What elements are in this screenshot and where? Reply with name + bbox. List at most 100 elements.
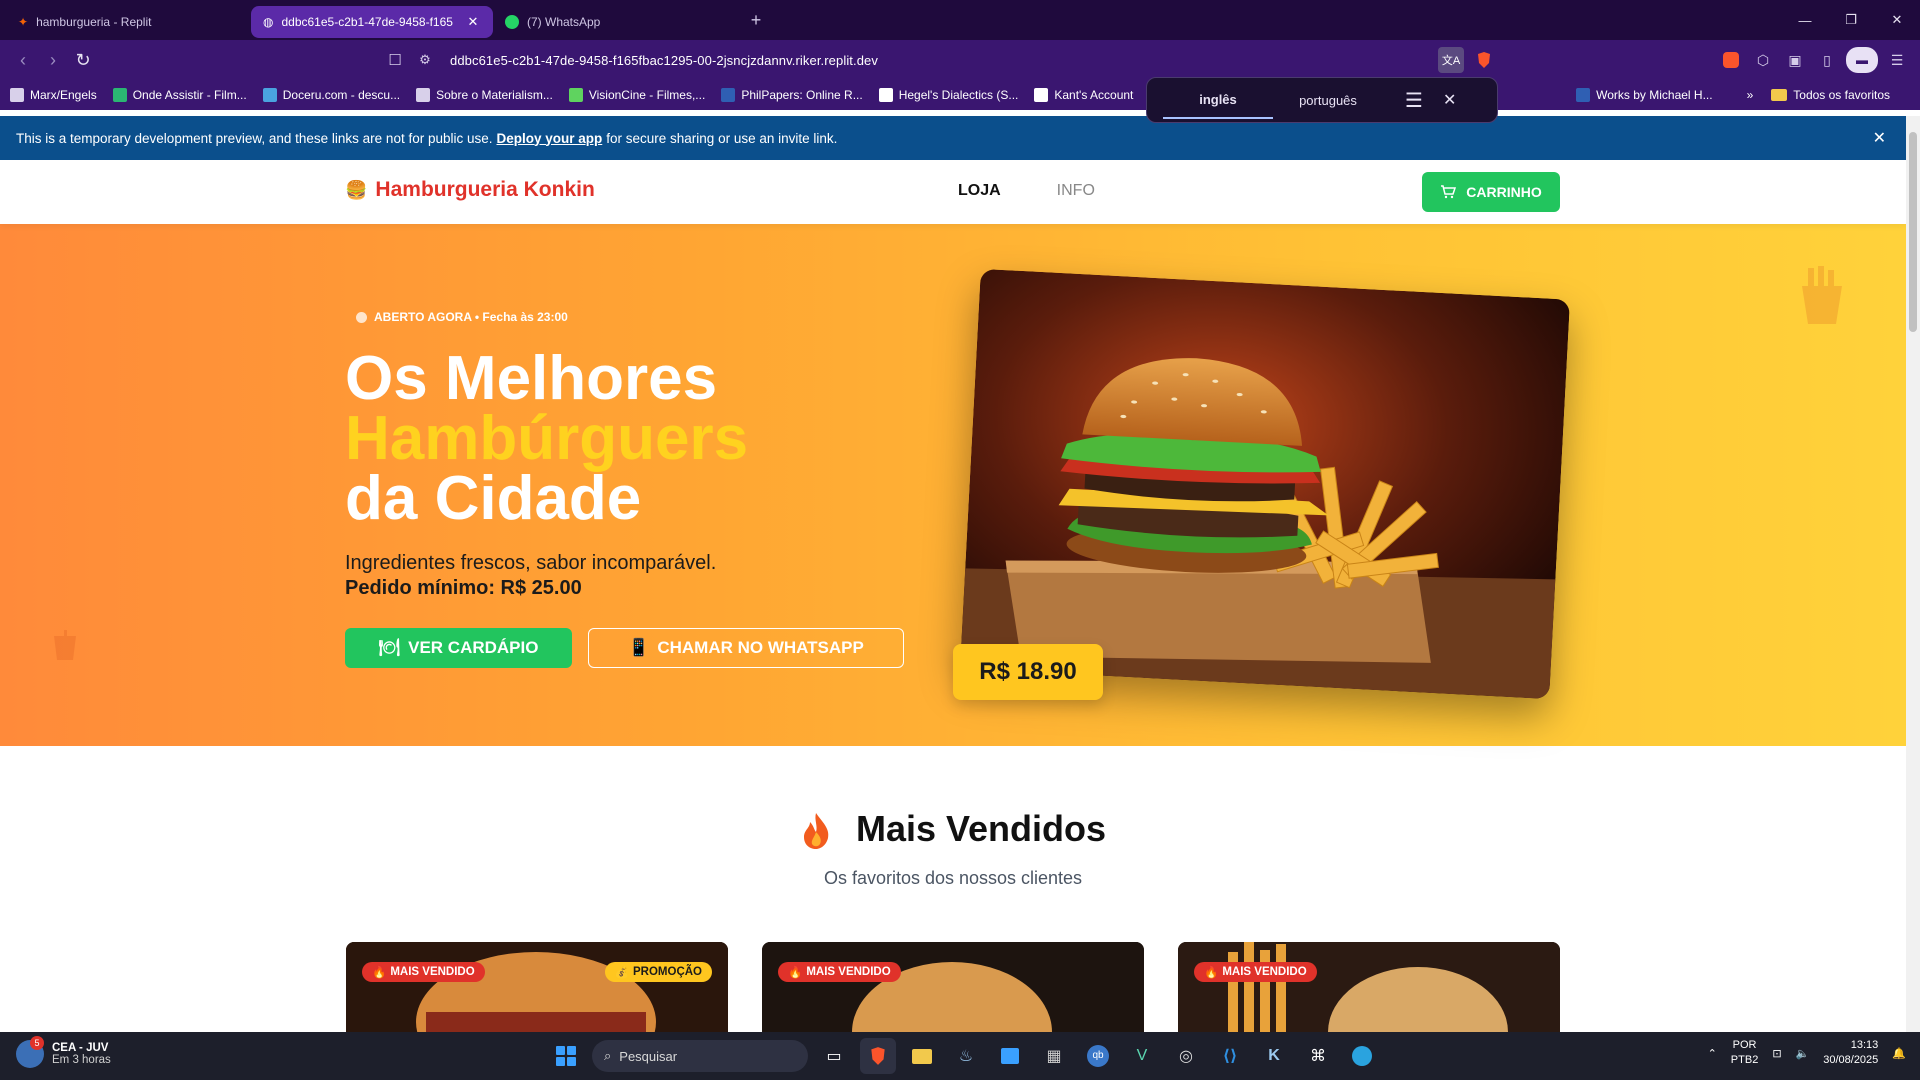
more-bookmarks-icon[interactable]: » (1747, 88, 1754, 102)
sidebar-icon[interactable]: ▯ (1814, 47, 1840, 73)
tab-whatsapp[interactable]: (7) WhatsApp (493, 6, 738, 38)
bookmark-item[interactable]: Onde Assistir - Film... (112, 88, 247, 102)
bookmark-item[interactable]: VisionCine - Filmes,... (568, 88, 705, 102)
screenshot-icon[interactable]: ▣ (1782, 47, 1808, 73)
brand-name: Hamburgueria Konkin (375, 178, 595, 201)
cart-button[interactable]: CARRINHO (1422, 172, 1560, 212)
volume-icon[interactable]: 🔈 (1796, 1047, 1810, 1060)
burger-photo (959, 268, 1571, 700)
nav-info[interactable]: INFO (1057, 182, 1095, 200)
brave-browser-icon[interactable] (860, 1038, 896, 1074)
input-language[interactable]: POR PTB2 (1731, 1038, 1759, 1068)
search-icon: ⌕ (604, 1048, 612, 1063)
page-scrollbar[interactable] (1906, 116, 1920, 1032)
reload-button[interactable]: ↻ (68, 45, 98, 75)
tray-expand-icon[interactable]: ⌃ (1708, 1047, 1717, 1060)
tab-preview-active[interactable]: ◍ ddbc61e5-c2b1-47de-9458-f165 ✕ (251, 6, 493, 38)
translate-tab-source[interactable]: inglês (1163, 82, 1273, 119)
replit-favicon-icon: ✦ (18, 15, 29, 29)
weather-icon: 5 (16, 1036, 44, 1068)
hero-title-line1: Os Melhores (345, 344, 718, 413)
bookmark-item[interactable]: PhilPapers: Online R... (721, 88, 863, 102)
obs-icon[interactable]: ◎ (1168, 1038, 1204, 1074)
phone-icon: 📱 (628, 638, 650, 657)
whatsapp-button[interactable]: 📱 CHAMAR NO WHATSAPP (588, 628, 904, 668)
krita-icon[interactable]: K (1256, 1038, 1292, 1074)
deploy-link[interactable]: Deploy your app (497, 131, 603, 146)
hero-subtitle: Ingredientes frescos, sabor incomparável… (345, 552, 717, 574)
bookmark-item[interactable]: Kant's Account (1034, 88, 1133, 102)
file-explorer-icon[interactable] (904, 1038, 940, 1074)
bookmark-favicon-icon (112, 88, 127, 102)
bookmark-item[interactable]: Marx/Engels (10, 88, 97, 102)
close-window-button[interactable]: ✕ (1874, 0, 1920, 40)
bookmark-icon[interactable]: ☐ (380, 51, 410, 69)
brave-rewards-icon[interactable] (1718, 47, 1744, 73)
restore-button[interactable]: ❐ (1828, 0, 1874, 40)
bookmark-item[interactable]: Doceru.com - descu... (262, 88, 400, 102)
address-bar[interactable]: ☐ ⚙ ddbc61e5-c2b1-47de-9458-f165fbac1295… (380, 45, 1498, 75)
translate-icon[interactable]: 文A (1438, 47, 1464, 73)
menu-icon[interactable]: ☰ (1884, 47, 1910, 73)
product-card[interactable]: 🔥 MAIS VENDIDO (762, 942, 1144, 1032)
new-tab-button[interactable]: + (738, 10, 774, 31)
bookmark-item[interactable]: Hegel's Dialectics (S... (878, 88, 1018, 102)
section-title-text: Mais Vendidos (855, 808, 1107, 849)
windows-start-icon[interactable] (548, 1038, 584, 1074)
url-text[interactable]: ddbc61e5-c2b1-47de-9458-f165fbac1295-00-… (440, 53, 1438, 68)
product-card[interactable]: 🔥 MAIS VENDIDO (1178, 942, 1560, 1032)
cart-icon (1441, 185, 1457, 199)
hero-section: ABERTO AGORA • Fecha às 23:00 Os Melhore… (0, 224, 1906, 746)
drink-cup-icon (54, 630, 76, 660)
nav-loja[interactable]: LOJA (958, 182, 1001, 200)
network-icon[interactable]: ⊡ (1772, 1047, 1781, 1060)
vpn-icon[interactable]: ▬ (1846, 47, 1878, 73)
fire-icon: 🔥 (1204, 967, 1219, 979)
fire-icon: 🔥 (372, 967, 387, 979)
weather-widget[interactable]: 5 CEA - JUV Em 3 horas (16, 1036, 111, 1068)
close-icon[interactable]: ✕ (1873, 128, 1886, 148)
view-menu-label: VER CARDÁPIO (408, 638, 539, 657)
extensions-icon[interactable]: ⬡ (1750, 47, 1776, 73)
capcut-icon[interactable]: ⌘ (1300, 1038, 1336, 1074)
brand-logo[interactable]: 🍔 Hamburgueria Konkin (345, 178, 595, 202)
section-title: Mais Vendidos (0, 808, 1906, 850)
bookmark-item[interactable]: Works by Michael H... (1576, 88, 1713, 102)
product-photo (346, 942, 728, 1032)
site-info-icon[interactable]: ⚙ (410, 52, 440, 68)
promo-badge: 💰 PROMOÇÃO (604, 962, 712, 982)
close-tab-icon[interactable]: ✕ (465, 14, 481, 30)
fire-icon: 🔥 (788, 967, 803, 979)
vscode-icon[interactable]: ⟨⟩ (1212, 1038, 1248, 1074)
telegram-icon[interactable] (1344, 1038, 1380, 1074)
translate-close-icon[interactable]: ✕ (1443, 90, 1456, 110)
calculator-icon[interactable]: ▦ (1036, 1038, 1072, 1074)
minimize-button[interactable]: — (1782, 0, 1828, 40)
price-tag: R$ 18.90 (953, 644, 1103, 700)
burger-icon: 🍔 (345, 179, 368, 200)
task-view-icon[interactable]: ▭ (816, 1038, 852, 1074)
tab-label: ddbc61e5-c2b1-47de-9458-f165 (281, 15, 453, 29)
visual-studio-icon[interactable]: V (1124, 1038, 1160, 1074)
back-button[interactable]: ‹ (8, 45, 38, 75)
scrollbar-thumb[interactable] (1909, 132, 1917, 332)
translate-tab-target[interactable]: português (1273, 83, 1383, 118)
product-card[interactable]: 🔥 MAIS VENDIDO 💰 PROMOÇÃO (346, 942, 728, 1032)
system-clock[interactable]: 13:13 30/08/2025 (1823, 1038, 1878, 1068)
brave-shield-icon[interactable] (1474, 50, 1494, 70)
taskbar-search[interactable]: ⌕ Pesquisar (592, 1040, 808, 1072)
status-badge: ABERTO AGORA • Fecha às 23:00 (356, 310, 568, 324)
steam-icon[interactable]: ♨ (948, 1038, 984, 1074)
qbittorrent-icon[interactable]: qb (1080, 1038, 1116, 1074)
tab-replit[interactable]: ✦ hamburgueria - Replit (6, 6, 251, 38)
best-seller-badge: 🔥 MAIS VENDIDO (1194, 962, 1317, 982)
product-photo (1178, 942, 1560, 1032)
store-icon[interactable] (992, 1038, 1028, 1074)
notification-bell-icon[interactable]: 🔔 (1892, 1047, 1906, 1060)
view-menu-button[interactable]: 🍽 VER CARDÁPIO (345, 628, 572, 668)
bookmark-item[interactable]: Sobre o Materialism... (416, 88, 553, 102)
all-bookmarks-folder[interactable]: Todos os favoritos (1771, 88, 1890, 102)
forward-button[interactable]: › (38, 45, 68, 75)
browser-toolbar: ‹ › ↻ ☐ ⚙ ddbc61e5-c2b1-47de-9458-f165fb… (0, 40, 1920, 80)
translate-options-icon[interactable]: ☰ (1405, 88, 1423, 113)
